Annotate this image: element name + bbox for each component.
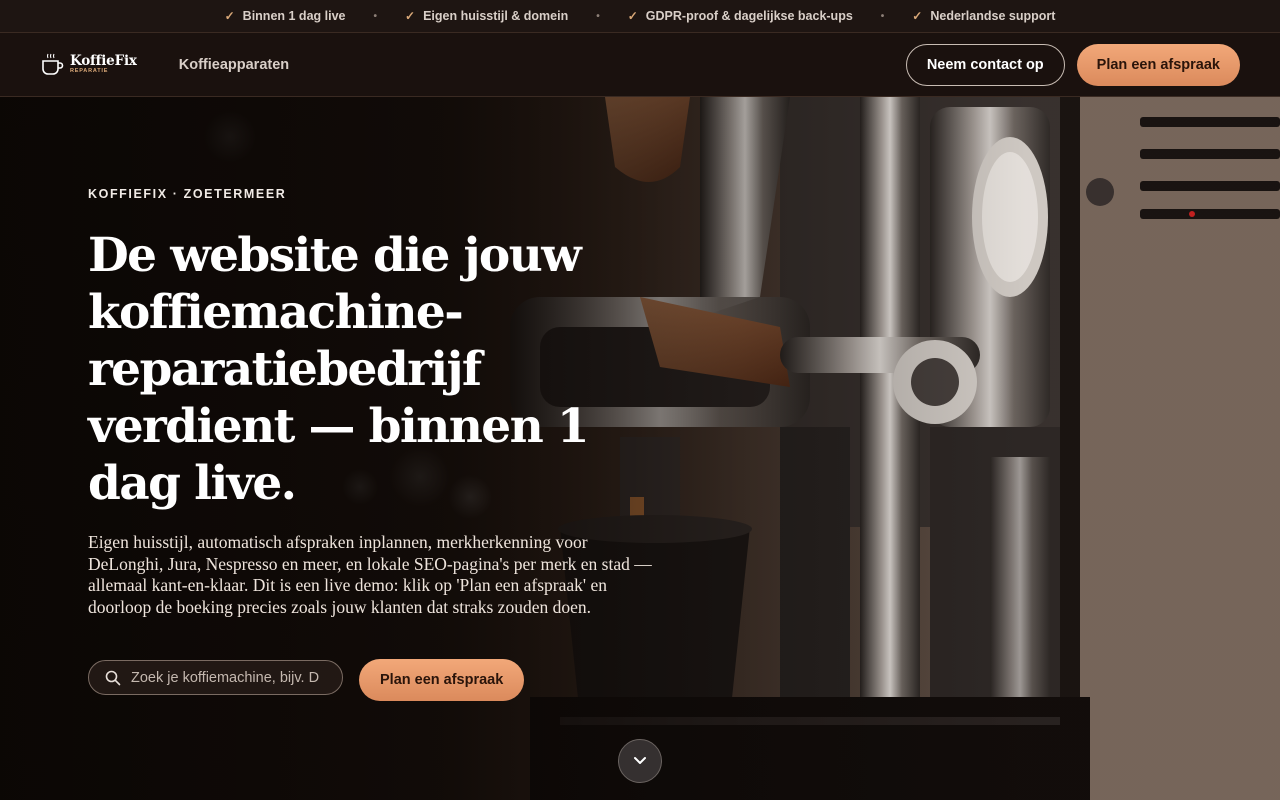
hero-plan-appointment-button[interactable]: Plan een afspraak [359,659,525,701]
usp-item: ✓ Nederlandse support [912,9,1055,23]
scroll-down-button[interactable] [618,739,662,783]
usp-label: GDPR-proof & dagelijkse back-ups [645,9,853,23]
check-icon: ✓ [627,9,638,23]
usp-label: Eigen huisstijl & domein [423,9,569,23]
logo-subtitle: REPARATIE [70,68,109,74]
check-icon: ✓ [224,9,235,23]
nav-actions: Neem contact op Plan een afspraak [905,43,1240,86]
hero-headline: De website die jouw koffiemachine-repara… [88,228,590,511]
usp-label: Nederlandse support [930,9,1056,23]
separator-dot: • [373,10,377,22]
announcement-bar: ✓ Binnen 1 dag live • ✓ Eigen huisstijl … [0,0,1280,33]
separator-dot: • [880,10,885,22]
check-icon: ✓ [405,9,416,23]
logo-name: KoffieFix [70,52,137,69]
nav-link-koffieapparaten[interactable]: Koffieapparaten [179,57,289,73]
contact-button[interactable]: Neem contact op [905,43,1065,86]
usp-item: ✓ Eigen huisstijl & domein [405,9,568,23]
search-icon [105,670,121,685]
machine-search [88,660,343,695]
check-icon: ✓ [912,9,923,23]
search-input[interactable] [131,669,321,686]
hero-section: KOFFIEFIX · ZOETERMEER De website die jo… [0,97,1280,800]
usp-item: ✓ Binnen 1 dag live [225,9,346,23]
hero-lead: Eigen huisstijl, automatisch afspraken i… [88,532,652,617]
logo-link[interactable]: KoffieFix REPARATIE [40,52,137,78]
usp-item: ✓ GDPR-proof & dagelijkse back-ups [628,9,853,23]
chevron-down-icon [634,757,646,764]
usp-label: Binnen 1 dag live [242,9,346,23]
hero-eyebrow: KOFFIEFIX · ZOETERMEER [88,187,287,201]
coffee-cup-icon [42,53,64,75]
plan-appointment-button[interactable]: Plan een afspraak [1076,43,1240,86]
separator-dot: • [596,10,600,22]
main-navigation: KoffieFix REPARATIE Koffieapparaten Neem… [0,33,1280,97]
